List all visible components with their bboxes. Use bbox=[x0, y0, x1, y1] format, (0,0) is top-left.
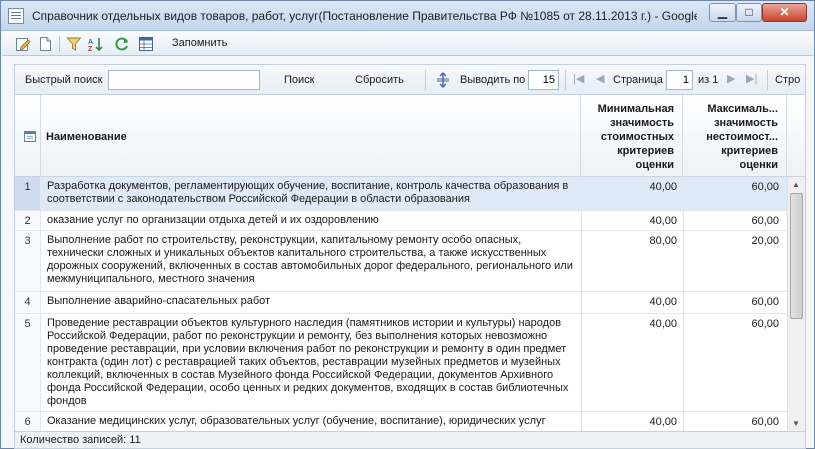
table-row[interactable]: 1 Разработка документов, регламентирующи… bbox=[15, 177, 787, 211]
dialog-window: Справочник отдельных видов товаров, рабо… bbox=[0, 0, 815, 449]
row-min-value: 40,00 bbox=[649, 296, 677, 308]
row-max-value: 60,00 bbox=[751, 318, 779, 330]
row-number: 1 bbox=[15, 177, 41, 210]
row-number: 5 bbox=[15, 314, 41, 411]
maximize-icon: □ bbox=[745, 5, 753, 19]
quick-search-label: Быстрый поиск bbox=[25, 74, 103, 86]
row-max-value: 20,00 bbox=[751, 235, 779, 247]
reset-button[interactable]: Сбросить bbox=[355, 74, 404, 86]
grid-body: 1 Разработка документов, регламентирующи… bbox=[15, 177, 787, 431]
status-bar: Количество записей: 11 bbox=[14, 432, 806, 449]
row-max-value: 60,00 bbox=[751, 416, 779, 428]
scroll-down-icon[interactable]: ▼ bbox=[792, 419, 800, 428]
window-title: Справочник отдельных видов товаров, рабо… bbox=[32, 9, 697, 23]
pager-separator bbox=[565, 70, 566, 90]
row-number: 4 bbox=[15, 292, 41, 313]
row-min-value: 40,00 bbox=[649, 215, 677, 227]
column-header-max[interactable]: Максималь... значимость нестоимост... кр… bbox=[683, 95, 787, 177]
page-size-icon bbox=[437, 72, 449, 88]
table-row[interactable]: 6 Оказание медицинских услуг, образовате… bbox=[15, 412, 787, 431]
row-name: Оказание медицинских услуг, образователь… bbox=[47, 415, 546, 427]
row-name: Выполнение аварийно-спасательных работ bbox=[47, 295, 271, 307]
scroll-up-icon[interactable]: ▲ bbox=[792, 180, 800, 189]
column-divider bbox=[683, 177, 684, 431]
minimize-icon: ▁ bbox=[717, 5, 728, 19]
first-page-icon[interactable]: |◀ bbox=[573, 72, 584, 85]
row-number: 3 bbox=[15, 231, 41, 291]
table-row[interactable]: 3 Выполнение работ по строительству, рек… bbox=[15, 231, 787, 292]
row-min-value: 40,00 bbox=[649, 416, 677, 428]
row-min-value: 40,00 bbox=[649, 181, 677, 193]
edit-icon[interactable] bbox=[15, 36, 31, 52]
records-count: Количество записей: 11 bbox=[20, 434, 141, 446]
column-header-min[interactable]: Минимальная значимость стоимостных крите… bbox=[581, 95, 683, 177]
refresh-icon[interactable] bbox=[114, 36, 130, 52]
search-button[interactable]: Поиск bbox=[284, 74, 314, 86]
toolbar: A Z Запомнить bbox=[2, 32, 813, 56]
maximize-button[interactable]: □ bbox=[736, 3, 762, 22]
grid-header: Наименование Минимальная значимость стои… bbox=[15, 95, 805, 177]
page-count-label: из 1 bbox=[698, 74, 719, 86]
toolbar-separator bbox=[59, 36, 60, 52]
table-row[interactable]: 5 Проведение реставрации объектов культу… bbox=[15, 314, 787, 412]
row-max-value: 60,00 bbox=[751, 296, 779, 308]
title-bar[interactable]: Справочник отдельных видов товаров, рабо… bbox=[1, 1, 814, 31]
page-size-input[interactable] bbox=[528, 70, 559, 90]
svg-text:Z: Z bbox=[88, 46, 93, 52]
data-grid: Наименование Минимальная значимость стои… bbox=[14, 94, 806, 432]
row-name: Проведение реставрации объектов культурн… bbox=[47, 317, 569, 407]
row-max-value: 60,00 bbox=[751, 181, 779, 193]
remember-button[interactable]: Запомнить bbox=[172, 37, 227, 49]
export-icon[interactable] bbox=[138, 36, 154, 52]
table-row[interactable]: 2 оказание услуг по организации отдыха д… bbox=[15, 211, 787, 231]
quick-search-input[interactable] bbox=[108, 70, 260, 90]
close-icon: ✕ bbox=[779, 5, 790, 19]
column-divider bbox=[581, 177, 582, 431]
filter-icon[interactable] bbox=[66, 36, 82, 52]
row-number: 2 bbox=[15, 211, 41, 230]
prev-page-icon[interactable]: ◀ bbox=[596, 72, 604, 85]
row-number: 6 bbox=[15, 412, 41, 431]
minimize-button[interactable]: ▁ bbox=[709, 3, 736, 22]
row-number-header bbox=[15, 95, 41, 177]
new-document-icon[interactable] bbox=[37, 36, 53, 52]
grid-settings-icon[interactable] bbox=[24, 131, 36, 142]
page-number-input[interactable] bbox=[666, 70, 693, 90]
last-page-icon[interactable]: ▶| bbox=[746, 72, 757, 85]
row-min-value: 80,00 bbox=[649, 235, 677, 247]
scrollbar-thumb[interactable] bbox=[790, 193, 803, 319]
row-name: оказание услуг по организации отдыха дет… bbox=[47, 214, 379, 226]
sort-icon[interactable]: A Z bbox=[88, 36, 104, 52]
svg-text:A: A bbox=[88, 39, 93, 46]
row-max-value: 60,00 bbox=[751, 215, 779, 227]
search-bar: Быстрый поиск Поиск Сбросить Выводить по… bbox=[14, 64, 806, 94]
pager-separator-right bbox=[767, 70, 768, 90]
next-page-icon[interactable]: ▶ bbox=[727, 72, 735, 85]
close-button[interactable]: ✕ bbox=[762, 3, 807, 22]
row-min-value: 40,00 bbox=[649, 318, 677, 330]
rows-label: Стро bbox=[775, 74, 801, 86]
column-header-name[interactable]: Наименование bbox=[41, 95, 581, 177]
search-separator bbox=[425, 70, 426, 90]
output-per-label: Выводить по bbox=[460, 74, 526, 86]
vertical-scrollbar[interactable]: ▲ ▼ bbox=[787, 177, 805, 431]
page-label: Страница bbox=[613, 74, 663, 86]
row-name: Выполнение работ по строительству, рекон… bbox=[47, 234, 573, 285]
table-row[interactable]: 4 Выполнение аварийно-спасательных работ… bbox=[15, 292, 787, 314]
app-icon bbox=[8, 8, 24, 24]
row-name: Разработка документов, регламентирующих … bbox=[47, 180, 569, 205]
